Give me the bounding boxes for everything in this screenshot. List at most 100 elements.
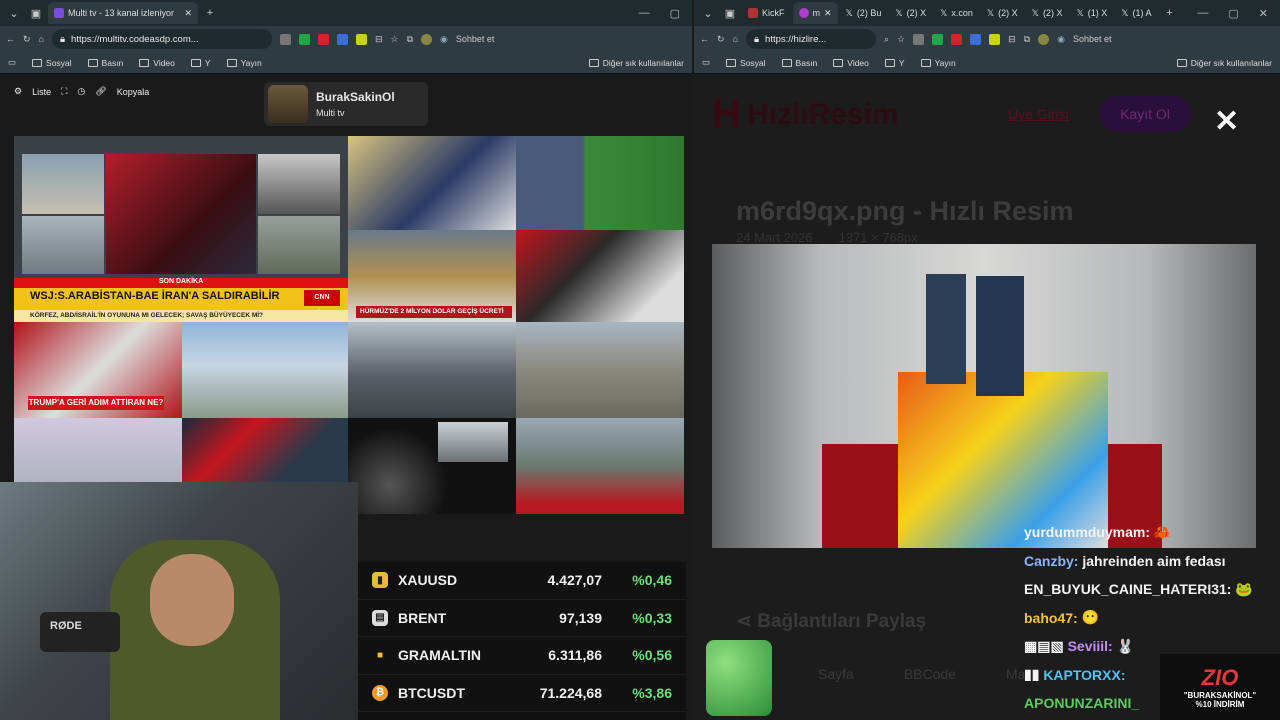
video-tile[interactable]: SON DAKİKA WSJ:S.ARABİSTAN-BAE İRAN'A SA… <box>14 136 348 322</box>
link-tabs: Sayfa BBCode Ma <box>818 666 1025 682</box>
bookmark-sidebar-icon[interactable]: ▭ <box>702 57 710 68</box>
tab-bbcode[interactable]: BBCode <box>904 666 956 682</box>
copilot-icon[interactable]: ◉ <box>1057 34 1065 45</box>
tab-x[interactable]: 𝕏 (2) X <box>1026 2 1069 24</box>
link-icon[interactable]: 🔗︎ <box>95 86 106 97</box>
video-tile[interactable] <box>516 136 684 230</box>
bookmark-sidebar-icon[interactable]: ▭ <box>8 57 16 68</box>
tab-kick[interactable]: KickF <box>742 2 791 24</box>
video-tile[interactable] <box>516 230 684 322</box>
tab-close-icon[interactable]: ✕ <box>184 8 192 19</box>
emote-icon: 🦀 <box>1150 523 1172 540</box>
extension-icon[interactable] <box>298 33 310 45</box>
video-tile[interactable] <box>348 136 516 230</box>
register-button[interactable]: Kayıt Ol <box>1099 96 1191 132</box>
tab-x[interactable]: 𝕏 (2) Bu <box>840 2 888 24</box>
tab-hizliresim[interactable]: m ✕ <box>792 2 838 24</box>
tab-x[interactable]: 𝕏 (2) X <box>889 2 932 24</box>
bookmark-folder[interactable]: Yayın <box>920 58 956 68</box>
tab-actions-icon[interactable]: ⌄ <box>698 3 718 23</box>
timer-icon[interactable]: ◷ <box>77 86 85 97</box>
tab-x[interactable]: 𝕏 (1) X <box>1070 2 1113 24</box>
settings-icon[interactable]: ⚙ <box>14 86 22 97</box>
bookmark-folder[interactable]: Basın <box>781 58 817 68</box>
minimize-icon[interactable]: — <box>1197 7 1208 20</box>
video-tile[interactable] <box>516 322 684 418</box>
bookmark-folder[interactable]: Y <box>190 58 211 68</box>
favorites-icon[interactable]: ☆ <box>391 34 399 45</box>
close-window-icon[interactable]: ✕ <box>1259 7 1268 20</box>
video-tile[interactable] <box>182 322 348 418</box>
video-tile[interactable]: TRUMP'A GERİ ADIM ATTIRAN NE? <box>14 322 182 418</box>
profile-avatar[interactable] <box>421 33 433 45</box>
tab-x[interactable]: 𝕏x.con <box>934 2 979 24</box>
collections-icon[interactable]: ⧉ <box>407 34 413 45</box>
bookmark-folder[interactable]: Basın <box>87 58 123 68</box>
other-favorites[interactable]: Diğer sık kullanılanlar <box>588 58 684 68</box>
extension-icon[interactable] <box>970 33 982 45</box>
maximize-icon[interactable]: ▢ <box>1228 7 1238 20</box>
video-tile[interactable] <box>348 418 516 514</box>
extension-icon[interactable] <box>336 33 348 45</box>
tab-page[interactable]: Sayfa <box>818 666 854 682</box>
split-icon[interactable]: ⊟ <box>375 34 383 45</box>
extension-icon[interactable] <box>913 33 925 45</box>
refresh-icon[interactable]: ↻ <box>717 34 725 45</box>
uploaded-image[interactable] <box>712 244 1256 548</box>
back-icon[interactable]: ← <box>700 34 709 44</box>
workspaces-icon[interactable]: ▣ <box>26 3 46 23</box>
new-tab-icon[interactable]: + <box>1160 3 1180 23</box>
bookmark-folder[interactable]: Yayın <box>226 58 262 68</box>
extension-icon[interactable] <box>951 33 963 45</box>
profile-avatar[interactable] <box>1038 33 1050 45</box>
new-tab-icon[interactable]: + <box>200 3 220 23</box>
tab-actions-icon[interactable]: ⌄ <box>4 3 24 23</box>
bookmark-folder[interactable]: Sosyal <box>32 58 72 68</box>
extension-icon[interactable] <box>989 33 1001 45</box>
bookmark-folder[interactable]: Sosyal <box>726 58 766 68</box>
tab-close-icon[interactable]: ✕ <box>824 8 832 19</box>
url-field[interactable]: 🔒︎ https://multitv.codeasdp.com... <box>51 29 272 49</box>
copilot-icon[interactable]: ◉ <box>440 34 448 45</box>
workspaces-icon[interactable]: ▣ <box>720 3 740 23</box>
back-icon[interactable]: ← <box>6 34 15 44</box>
other-favorites[interactable]: Diğer sık kullanılanlar <box>1176 58 1272 68</box>
favorites-icon[interactable]: ☆ <box>897 34 905 45</box>
tab-markdown[interactable]: Ma <box>1006 666 1025 682</box>
extension-icon[interactable] <box>355 33 367 45</box>
list-button[interactable]: Liste <box>32 87 51 97</box>
zoom-icon[interactable]: ⌕ <box>884 34 889 45</box>
tab-multitv[interactable]: Multi tv - 13 kanal izleniyor ✕ <box>48 2 198 24</box>
collections-icon[interactable]: ⧉ <box>1024 34 1030 45</box>
bookmark-folder[interactable]: Video <box>139 58 175 68</box>
extension-icon[interactable] <box>279 33 291 45</box>
site-logo[interactable]: H HızlıResim <box>712 92 899 137</box>
fullscreen-icon[interactable]: ⛶ <box>61 86 67 97</box>
bookmark-folder[interactable]: Video <box>833 58 869 68</box>
close-icon[interactable]: ✕ <box>1214 104 1239 139</box>
refresh-icon[interactable]: ↻ <box>23 34 31 45</box>
video-tile[interactable] <box>516 418 684 514</box>
channel-card[interactable]: BurakSakinOl Multi tv <box>264 82 428 126</box>
tab-x[interactable]: 𝕏 (2) X <box>981 2 1024 24</box>
copy-button[interactable]: Kopyala <box>117 87 150 97</box>
extension-icon[interactable] <box>932 33 944 45</box>
folder-icon <box>884 58 895 67</box>
tab-x[interactable]: 𝕏 (1) A <box>1115 2 1157 24</box>
split-icon[interactable]: ⊟ <box>1008 34 1016 45</box>
login-link[interactable]: Üye Girişi <box>1008 106 1069 122</box>
url-text: https://hizlire... <box>765 33 827 45</box>
bookmark-folder[interactable]: Y <box>884 58 905 68</box>
chat-button[interactable]: Sohbet et <box>456 34 495 44</box>
video-tile[interactable]: HÜRMÜZ'DE 2 MİLYON DOLAR GEÇİŞ ÜCRETİ <box>348 230 516 322</box>
url-field[interactable]: 🔒︎ https://hizlire... <box>745 29 876 49</box>
video-tile[interactable] <box>348 322 516 418</box>
maximize-icon[interactable]: ▢ <box>670 7 680 20</box>
home-icon[interactable]: ⌂ <box>733 34 738 44</box>
home-icon[interactable]: ⌂ <box>39 34 44 44</box>
chat-username: APONUNZARINI_ <box>1024 695 1140 712</box>
minimize-icon[interactable]: — <box>639 7 650 20</box>
emote-icon: 🐰 <box>1112 637 1135 654</box>
chat-button[interactable]: Sohbet et <box>1073 34 1112 44</box>
extension-icon[interactable] <box>317 33 329 45</box>
